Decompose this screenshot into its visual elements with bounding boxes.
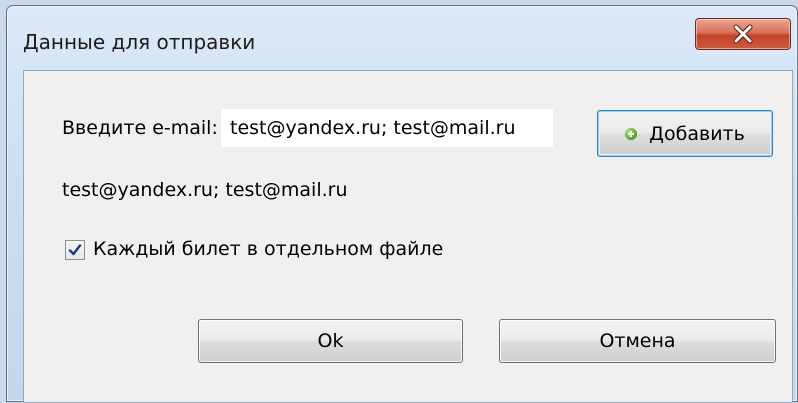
recipients-list-text: test@yandex.ru; test@mail.ru (62, 179, 348, 201)
cancel-button-label: Отмена (599, 330, 676, 352)
email-input[interactable] (221, 109, 553, 147)
close-button[interactable] (695, 18, 791, 50)
add-button[interactable]: Добавить (597, 110, 773, 157)
email-label: Введите e-mail: (62, 117, 218, 139)
separate-file-checkbox[interactable] (65, 240, 85, 260)
dialog-window: Данные для отправки Введите e-mail: Доба… (6, 5, 798, 403)
ok-button[interactable]: Ok (198, 319, 463, 363)
add-button-label: Добавить (649, 122, 745, 145)
cancel-button[interactable]: Отмена (499, 319, 776, 363)
title-bar[interactable]: Данные для отправки (7, 6, 797, 72)
plus-icon (625, 127, 638, 140)
separate-file-label[interactable]: Каждый билет в отдельном файле (93, 238, 443, 260)
window-title: Данные для отправки (23, 30, 256, 54)
checkmark-icon (68, 244, 82, 256)
close-icon (733, 24, 753, 44)
dialog-content: Введите e-mail: Добавить test@yandex.ru;… (23, 70, 793, 403)
ok-button-label: Ok (317, 330, 344, 352)
